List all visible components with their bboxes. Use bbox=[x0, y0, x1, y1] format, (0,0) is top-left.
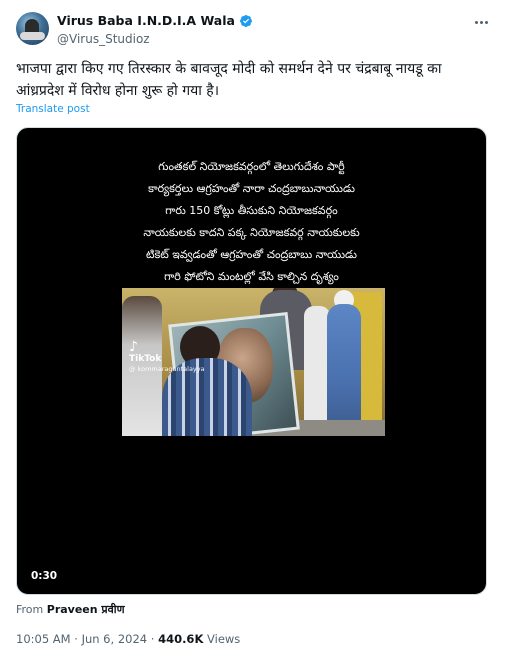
video-player[interactable]: గుంతకల్ నియోజకవర్గంలో తెలుగుదేశం పార్టీ … bbox=[16, 127, 487, 595]
video-duration: 0:30 bbox=[31, 570, 58, 582]
more-options-icon[interactable] bbox=[471, 14, 491, 30]
author-display-name[interactable]: Virus Baba I.N.D.I.A Wala bbox=[57, 13, 235, 28]
author-handle[interactable]: @Virus_Studioz bbox=[57, 32, 150, 46]
avatar[interactable] bbox=[16, 12, 49, 45]
author-name-row[interactable]: Virus Baba I.N.D.I.A Wala bbox=[57, 13, 253, 28]
overlay-line: కార్యకర్తలు ఆగ్రహంతో నారా చంద్రబాబునాయుడ… bbox=[148, 182, 355, 195]
translate-post-link[interactable]: Translate post bbox=[16, 103, 90, 115]
meta-separator: · bbox=[150, 632, 155, 646]
tiktok-username: @ kommaragantalayya bbox=[129, 365, 205, 373]
tiktok-logo-icon: ♪ bbox=[129, 339, 138, 355]
overlay-line: నాయకులకు కాదని పక్క నియోజకవర్గ నాయకులకు bbox=[143, 226, 360, 239]
views-count: 440.6K bbox=[158, 632, 204, 646]
post-time-link[interactable]: 10:05 AM bbox=[16, 632, 71, 646]
tweet-text: भाजपा द्वारा किए गए तिरस्कार के बावजूद म… bbox=[16, 61, 442, 99]
video-overlay-text: గుంతకల్ నియోజకవర్గంలో తెలుగుదేశం పార్టీ … bbox=[17, 156, 486, 288]
tweet-card: Virus Baba I.N.D.I.A Wala @Virus_Studioz… bbox=[0, 0, 508, 655]
overlay-line: గారి ఫోటోని మంటల్లో వేసి కాల్చిన దృశ్యం bbox=[164, 270, 339, 283]
source-prefix: From bbox=[16, 603, 44, 616]
overlay-line: గుంతకల్ నియోజకవర్గంలో తెలుగుదేశం పార్టీ bbox=[158, 160, 345, 173]
video-frame-image: ♪ TikTok @ kommaragantalayya bbox=[122, 288, 385, 436]
overlay-line: గారు 150 కోట్లు తీసుకుని నియోజకవర్గం bbox=[165, 204, 338, 217]
verified-badge-icon bbox=[239, 14, 253, 28]
post-date-link[interactable]: Jun 6, 2024 bbox=[82, 632, 148, 646]
meta-separator: · bbox=[74, 632, 78, 646]
video-source: From Praveen प्रवीण bbox=[16, 602, 125, 617]
overlay-line: టికెట్ ఇవ్వడంతో ఆగ్రహంతో చంద్రబాబు నాయుడ… bbox=[146, 248, 357, 261]
source-name-link[interactable]: Praveen प्रवीण bbox=[47, 603, 125, 616]
tiktok-watermark: ♪ TikTok @ kommaragantalayya bbox=[129, 340, 205, 374]
tweet-meta: 10:05 AM · Jun 6, 2024 · 440.6K Views bbox=[16, 632, 240, 646]
views-label: Views bbox=[207, 632, 241, 646]
tiktok-label: TikTok bbox=[129, 354, 162, 364]
